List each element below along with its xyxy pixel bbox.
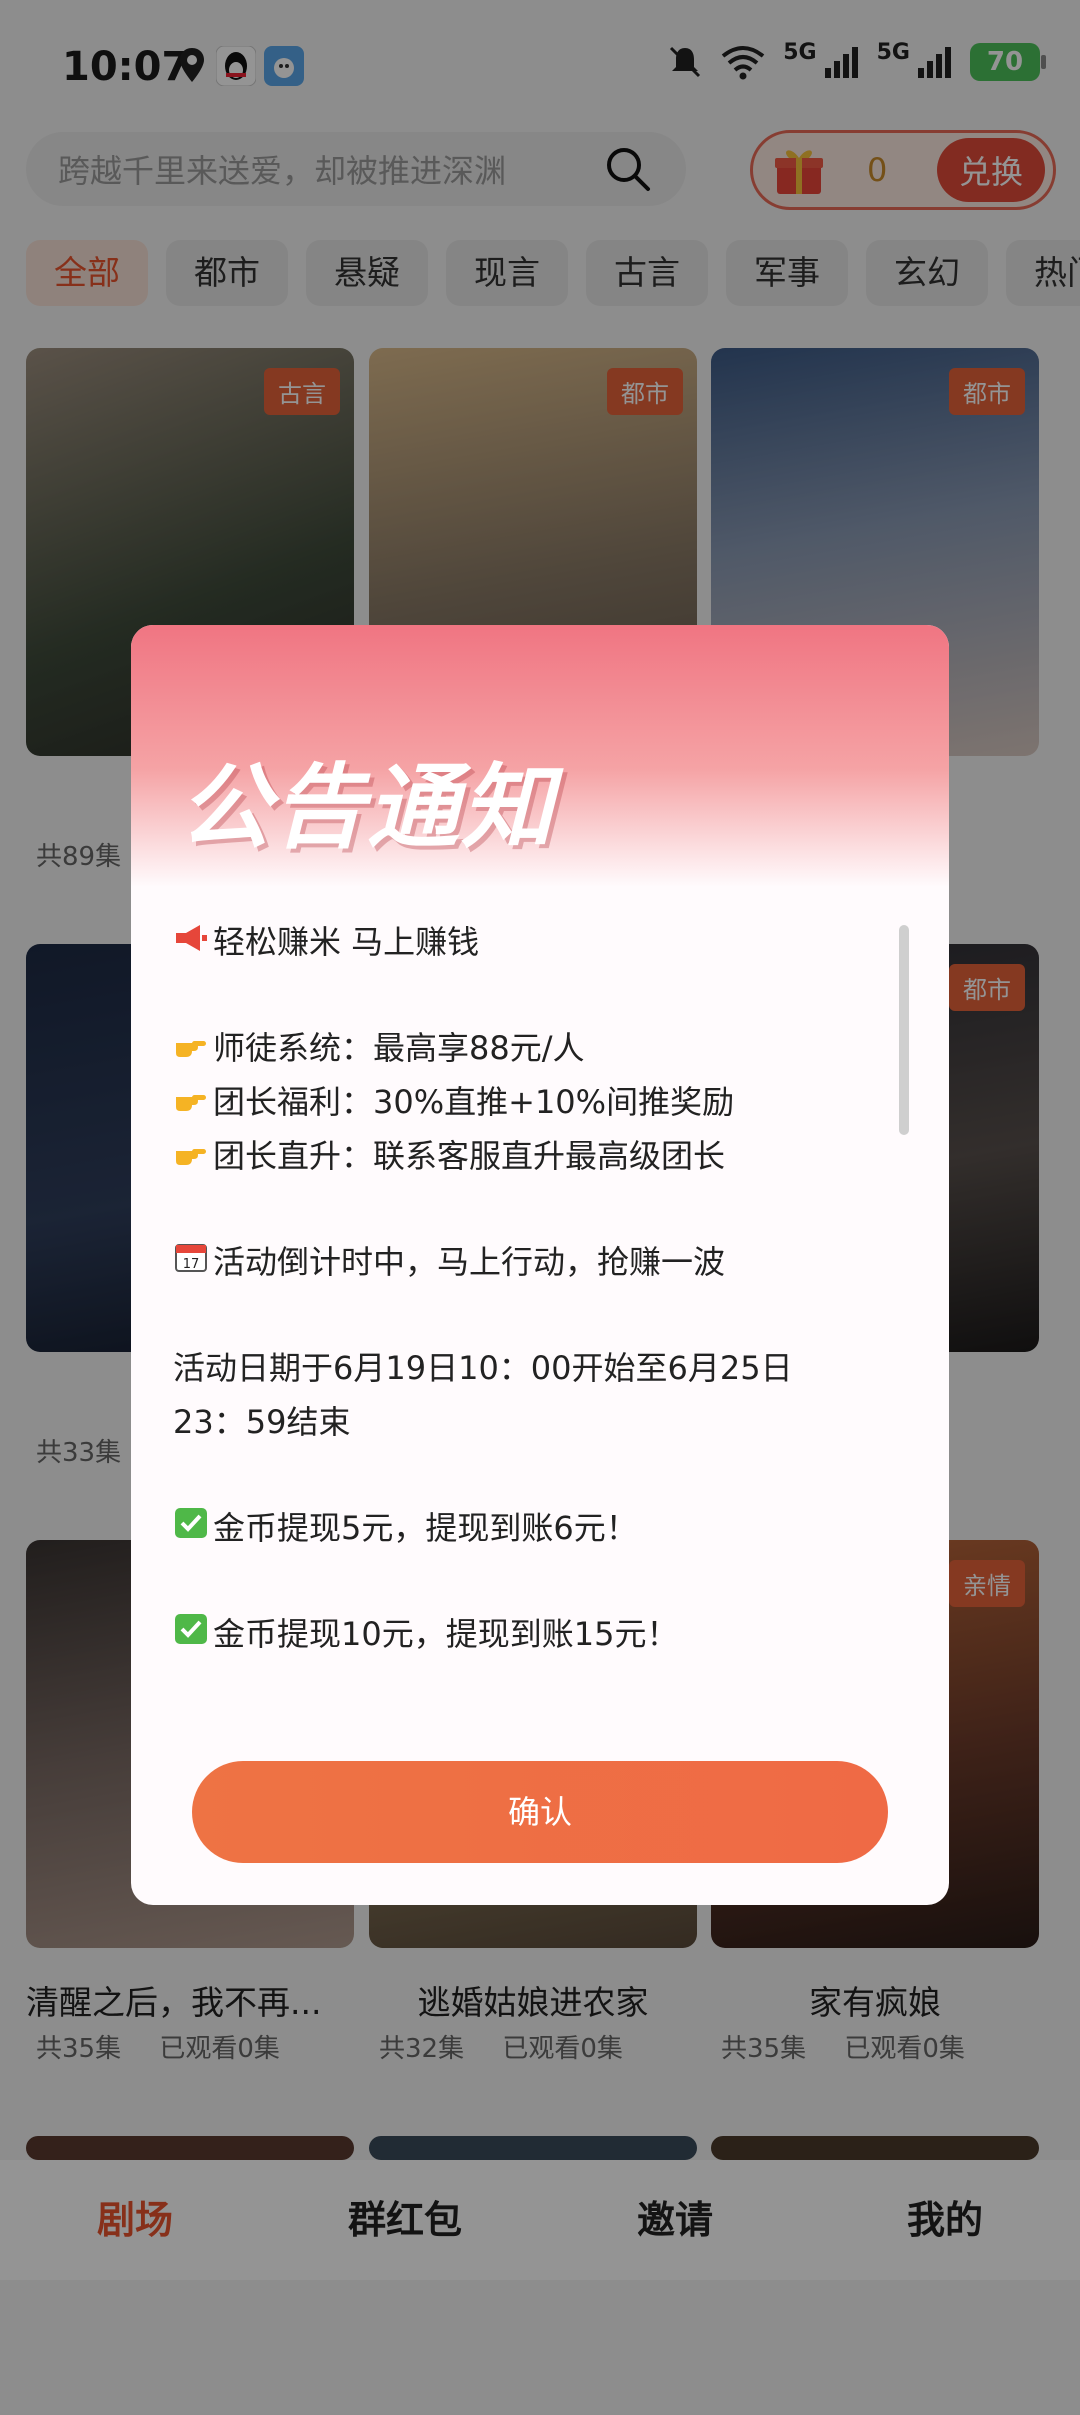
announcement-line: 活动日期于6月19日10：00开始至6月25日23：59结束 [173, 1349, 793, 1441]
modal-title: 公告通知 [179, 754, 556, 861]
modal-scrollbar[interactable] [899, 925, 909, 1135]
announcement-line: 师徒系统：最高享88元/人 [213, 1029, 585, 1067]
modal-content[interactable]: 轻松赚米 马上赚钱 师徒系统：最高享88元/人 团长福利：30%直推+10%间推… [173, 915, 863, 1661]
announcement-line: 轻松赚米 马上赚钱 [213, 923, 480, 961]
modal-header: 公告通知 [131, 625, 949, 887]
check-mark-icon [173, 1607, 209, 1661]
pointing-hand-icon [173, 1129, 209, 1183]
announcement-line: 金币提现5元，提现到账6元！ [213, 1509, 638, 1547]
announcement-modal: 公告通知 轻松赚米 马上赚钱 师徒系统：最高享88元/人 团长福利：30%直推+… [131, 625, 949, 1905]
announcement-line: 团长直升：联系客服直升最高级团长 [213, 1137, 726, 1175]
announcement-line: 团长福利：30%直推+10%间推奖励 [213, 1083, 735, 1121]
confirm-button[interactable]: 确认 [192, 1761, 888, 1863]
pointing-hand-icon [173, 1021, 209, 1075]
check-mark-icon [173, 1501, 209, 1555]
pointing-hand-icon [173, 1075, 209, 1129]
announcement-line: 活动倒计时中，马上行动，抢赚一波 [213, 1243, 726, 1281]
calendar-icon: 17 [173, 1235, 209, 1289]
megaphone-icon [173, 915, 209, 969]
announcement-line: 金币提现10元，提现到账15元！ [213, 1615, 679, 1653]
svg-text:17: 17 [183, 1257, 200, 1272]
